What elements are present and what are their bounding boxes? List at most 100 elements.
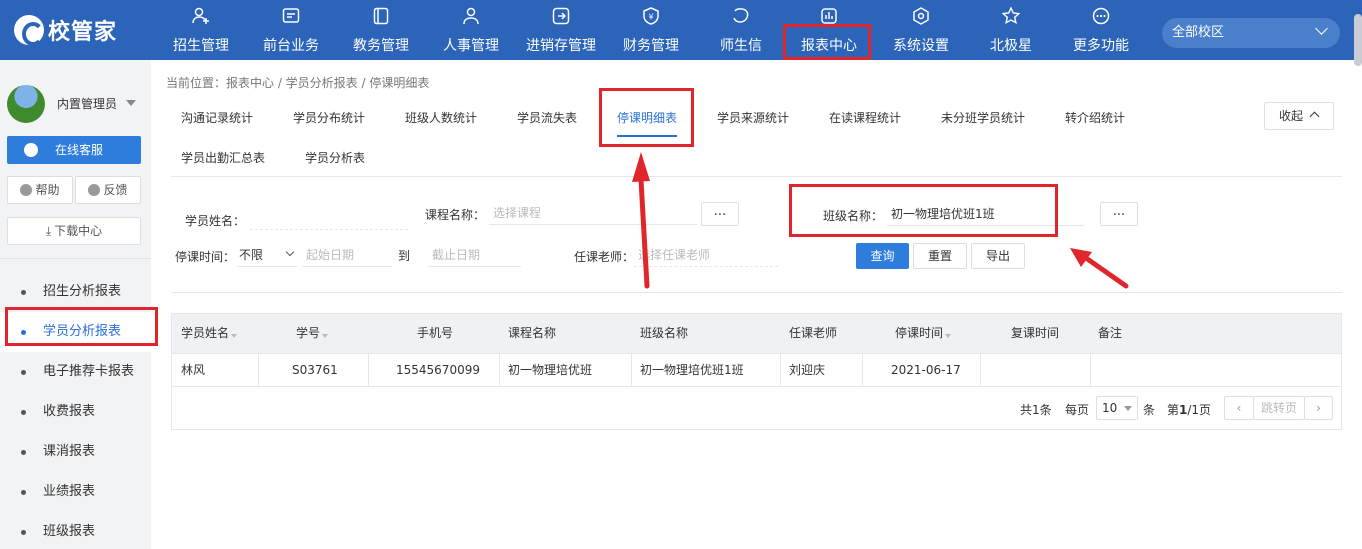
tab-enrolled-courses[interactable]: 在读课程统计 bbox=[829, 109, 901, 126]
cell-teacher: 刘迎庆 bbox=[789, 363, 826, 377]
sidebar-item-consumption-report[interactable]: 课消报表 bbox=[0, 432, 151, 472]
collapse-label: 收起 bbox=[1279, 109, 1304, 123]
nav-label: 进销存管理 bbox=[526, 38, 596, 54]
column-header-suspend-time[interactable]: 停课时间 bbox=[895, 314, 952, 353]
tab-referral-stats[interactable]: 转介绍统计 bbox=[1065, 109, 1125, 126]
export-button[interactable]: 导出 bbox=[971, 243, 1025, 269]
nav-item-settings[interactable]: 系统设置 bbox=[880, 0, 962, 60]
column-header-course: 课程名称 bbox=[508, 326, 557, 340]
nav-item-inventory[interactable]: 进销存管理 bbox=[518, 0, 604, 60]
nav-item-messages[interactable]: 师生信 bbox=[700, 0, 782, 60]
arrow-box-icon bbox=[552, 7, 570, 25]
sidebar-item-class-report[interactable]: 班级报表 bbox=[0, 512, 151, 549]
chevron-left-icon: ‹ bbox=[1236, 401, 1242, 415]
teacher-input[interactable]: 选择任课老师 bbox=[634, 243, 778, 267]
tab-student-distribution[interactable]: 学员分布统计 bbox=[293, 109, 365, 126]
tab-student-source[interactable]: 学员来源统计 bbox=[717, 109, 789, 126]
tab-communication-stats[interactable]: 沟通记录统计 bbox=[181, 109, 253, 126]
class-picker-button[interactable]: ... bbox=[1100, 202, 1138, 226]
download-center-button[interactable]: ⤓ 下载中心 bbox=[7, 217, 141, 245]
online-service-button[interactable]: 在线客服 bbox=[7, 136, 141, 164]
caret-down-icon[interactable] bbox=[126, 100, 136, 106]
prev-page-button[interactable]: ‹ bbox=[1224, 396, 1254, 420]
teacher-label: 任课老师： bbox=[574, 250, 635, 264]
filter-divider bbox=[171, 292, 1342, 293]
nav-item-finance[interactable]: ¥ 财务管理 bbox=[610, 0, 692, 60]
campus-label: 全部校区 bbox=[1172, 25, 1225, 40]
tab-attendance-summary[interactable]: 学员出勤汇总表 bbox=[181, 149, 265, 166]
cell-divider bbox=[368, 354, 369, 387]
nav-item-polaris[interactable]: 北极星 bbox=[970, 0, 1052, 60]
nav-item-enrollment[interactable]: 招生管理 bbox=[160, 0, 242, 60]
avatar[interactable] bbox=[7, 85, 45, 123]
download-icon: ⤓ bbox=[45, 224, 52, 238]
sidebar-item-fee-report[interactable]: 收费报表 bbox=[0, 392, 151, 432]
feedback-button[interactable]: 反馈 bbox=[75, 176, 141, 204]
sidebar-divider bbox=[0, 258, 151, 259]
scrollbar-thumb[interactable] bbox=[1354, 14, 1362, 66]
cell-divider bbox=[631, 354, 632, 387]
user-name[interactable]: 内置管理员 bbox=[57, 95, 117, 112]
table-header: 学员姓名 学号 手机号 课程名称 班级名称 任课老师 停课时间 复课时间 备注 bbox=[172, 314, 1341, 353]
course-input[interactable]: 选择课程 bbox=[489, 201, 697, 225]
end-date-input[interactable]: 截止日期 bbox=[428, 243, 521, 267]
more-icon bbox=[1092, 7, 1110, 25]
app-logo[interactable]: 校管家 bbox=[14, 14, 124, 46]
help-button[interactable]: 帮助 bbox=[7, 176, 73, 204]
cell-divider bbox=[1090, 354, 1091, 387]
cell-phone: 15545670099 bbox=[396, 363, 480, 377]
caret-down-icon bbox=[1124, 406, 1132, 411]
header-label: 停课时间 bbox=[895, 326, 944, 340]
nav-item-front-desk[interactable]: 前台业务 bbox=[250, 0, 332, 60]
column-header-student-name[interactable]: 学员姓名 bbox=[181, 314, 238, 353]
svg-text:¥: ¥ bbox=[648, 13, 653, 22]
column-header-remarks: 备注 bbox=[1098, 326, 1123, 340]
page-size-select[interactable]: 10 bbox=[1096, 396, 1138, 420]
logo-mark-icon bbox=[14, 15, 44, 46]
nav-item-more[interactable]: 更多功能 bbox=[1060, 0, 1142, 60]
column-header-student-id[interactable]: 学号 bbox=[296, 314, 329, 353]
person-add-icon bbox=[192, 7, 210, 25]
nav-item-academic[interactable]: 教务管理 bbox=[340, 0, 422, 60]
sidebar-item-enrollment-report[interactable]: 招生分析报表 bbox=[0, 272, 151, 312]
chevron-right-icon: › bbox=[1316, 401, 1321, 415]
start-date-input[interactable]: 起始日期 bbox=[302, 243, 392, 267]
tab-student-churn[interactable]: 学员流失表 bbox=[517, 109, 577, 126]
table-row[interactable]: 林风 S03761 15545670099 初一物理培优班 初一物理培优班1班 … bbox=[172, 353, 1341, 387]
course-picker-button[interactable]: ... bbox=[701, 202, 739, 226]
header-label: 学号 bbox=[296, 326, 321, 340]
jump-page-input[interactable]: 跳转页 bbox=[1253, 396, 1305, 420]
feedback-label: 反馈 bbox=[103, 183, 128, 197]
page-size-value: 10 bbox=[1102, 401, 1118, 415]
sidebar-item-referral-card-report[interactable]: 电子推荐卡报表 bbox=[0, 352, 151, 392]
download-label: 下载中心 bbox=[54, 224, 103, 238]
reset-button[interactable]: 重置 bbox=[913, 243, 967, 269]
campus-selector[interactable]: 全部校区 bbox=[1162, 18, 1340, 48]
header-label: 学员姓名 bbox=[181, 326, 230, 340]
pagination-per-page-prefix: 每页 bbox=[1065, 403, 1090, 417]
bullet-icon bbox=[21, 450, 26, 455]
query-button[interactable]: 查询 bbox=[856, 243, 909, 269]
sidebar-item-label: 业绩报表 bbox=[43, 484, 96, 499]
breadcrumb: 当前位置：报表中心 / 学员分析报表 / 停课明细表 bbox=[166, 76, 430, 90]
nav-label: 招生管理 bbox=[173, 38, 229, 54]
cell-course: 初一物理培优班 bbox=[508, 363, 593, 377]
tab-class-size[interactable]: 班级人数统计 bbox=[405, 109, 477, 126]
nav-item-hr[interactable]: 人事管理 bbox=[430, 0, 512, 60]
nav-label: 北极星 bbox=[990, 38, 1032, 54]
date-range-separator: 到 bbox=[398, 249, 411, 263]
nav-label: 人事管理 bbox=[443, 38, 499, 54]
sort-icon bbox=[231, 334, 238, 338]
cell-suspend-time: 2021-06-17 bbox=[891, 363, 961, 377]
tabs-divider bbox=[171, 176, 1342, 177]
cell-student-id: S03761 bbox=[292, 363, 338, 377]
sidebar-item-label: 课消报表 bbox=[43, 444, 96, 459]
collapse-button[interactable]: 收起 bbox=[1264, 102, 1334, 130]
student-name-input[interactable] bbox=[250, 206, 408, 230]
sort-icon bbox=[322, 334, 329, 338]
next-page-button[interactable]: › bbox=[1304, 396, 1333, 420]
suspend-range-select[interactable]: 不限 bbox=[237, 243, 297, 267]
tab-student-analysis[interactable]: 学员分析表 bbox=[305, 149, 365, 166]
sidebar-item-performance-report[interactable]: 业绩报表 bbox=[0, 472, 151, 512]
tab-unassigned-students[interactable]: 未分班学员统计 bbox=[941, 109, 1025, 126]
